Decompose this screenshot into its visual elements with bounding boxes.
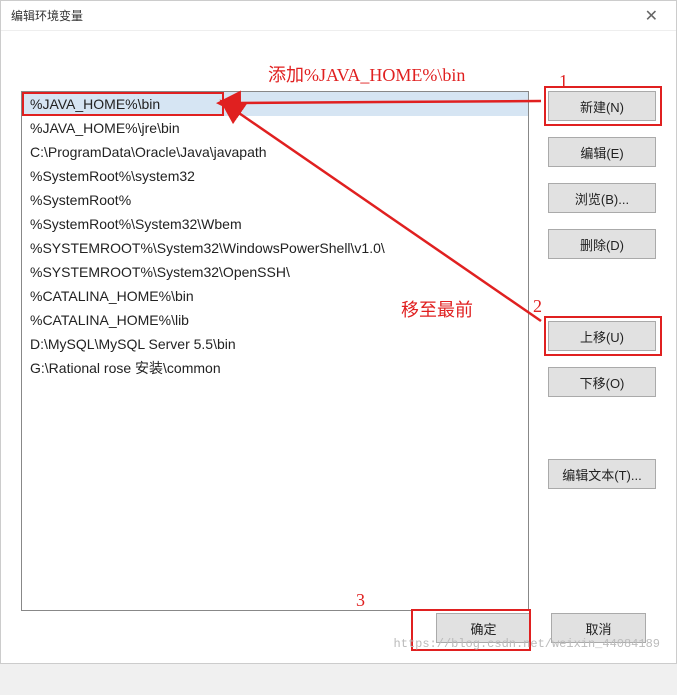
- new-button[interactable]: 新建(N): [548, 91, 656, 121]
- edit-button[interactable]: 编辑(E): [548, 137, 656, 167]
- list-item[interactable]: %CATALINA_HOME%\bin: [22, 284, 528, 308]
- list-item[interactable]: G:\Rational rose 安装\common: [22, 356, 528, 380]
- close-icon[interactable]: ✕: [637, 4, 666, 28]
- watermark-text: https://blog.csdn.net/weixin_44084189: [394, 637, 660, 651]
- list-item[interactable]: %CATALINA_HOME%\lib: [22, 308, 528, 332]
- annotation-number-1: 1: [559, 71, 568, 92]
- dialog-content: %JAVA_HOME%\bin %JAVA_HOME%\jre\bin C:\P…: [1, 31, 676, 663]
- window-title: 编辑环境变量: [11, 7, 83, 24]
- path-listbox[interactable]: %JAVA_HOME%\bin %JAVA_HOME%\jre\bin C:\P…: [21, 91, 529, 611]
- dialog-window: 编辑环境变量 ✕ %JAVA_HOME%\bin %JAVA_HOME%\jre…: [0, 0, 677, 664]
- list-item[interactable]: %SystemRoot%\System32\Wbem: [22, 212, 528, 236]
- delete-button[interactable]: 删除(D): [548, 229, 656, 259]
- list-item[interactable]: D:\MySQL\MySQL Server 5.5\bin: [22, 332, 528, 356]
- browse-button[interactable]: 浏览(B)...: [548, 183, 656, 213]
- button-column: 新建(N) 编辑(E) 浏览(B)... 删除(D) 上移(U) 下移(O) 编…: [548, 91, 656, 489]
- list-item[interactable]: C:\ProgramData\Oracle\Java\javapath: [22, 140, 528, 164]
- list-item[interactable]: %JAVA_HOME%\jre\bin: [22, 116, 528, 140]
- titlebar: 编辑环境变量 ✕: [1, 1, 676, 31]
- list-item[interactable]: %JAVA_HOME%\bin: [22, 92, 528, 116]
- edit-text-button[interactable]: 编辑文本(T)...: [548, 459, 656, 489]
- list-item[interactable]: %SYSTEMROOT%\System32\OpenSSH\: [22, 260, 528, 284]
- move-up-button[interactable]: 上移(U): [548, 321, 656, 351]
- list-item[interactable]: %SystemRoot%\system32: [22, 164, 528, 188]
- annotation-add-text: 添加%JAVA_HOME%\bin: [268, 61, 465, 87]
- list-item[interactable]: %SystemRoot%: [22, 188, 528, 212]
- spacer: [548, 275, 656, 305]
- annotation-number-2: 2: [533, 296, 542, 317]
- list-item[interactable]: %SYSTEMROOT%\System32\WindowsPowerShell\…: [22, 236, 528, 260]
- spacer: [548, 413, 656, 443]
- move-down-button[interactable]: 下移(O): [548, 367, 656, 397]
